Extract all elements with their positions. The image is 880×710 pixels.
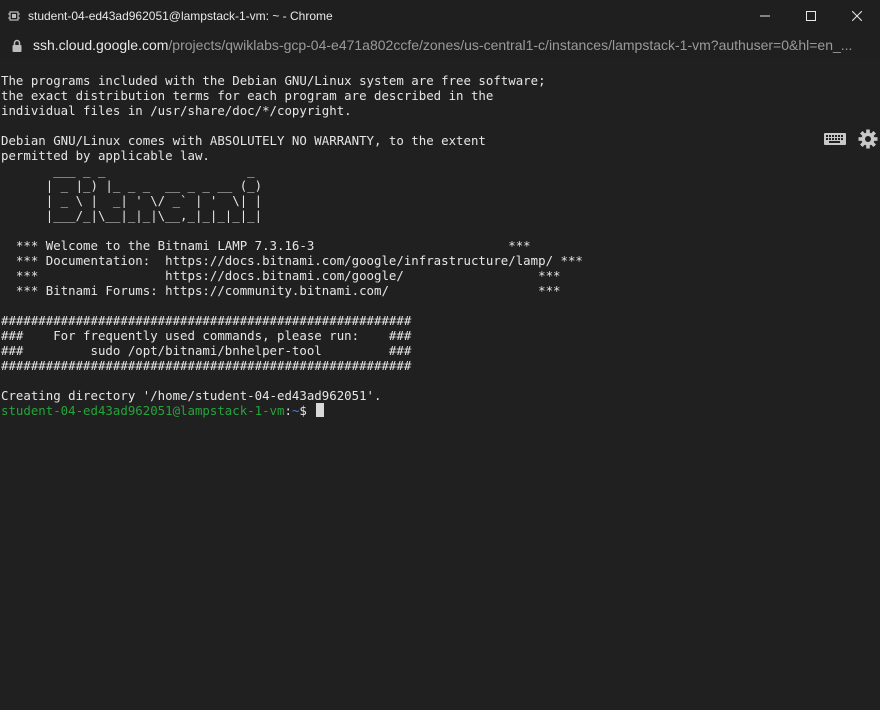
address-bar[interactable]: ssh.cloud.google.com/projects/qwiklabs-g… [0, 32, 880, 58]
keyboard-button[interactable] [822, 130, 848, 148]
window-title: student-04-ed43ad962051@lampstack-1-vm: … [28, 9, 333, 23]
terminal-line: |___/_|\__|_|_|\__,_|_|_|_|_| [1, 208, 263, 223]
terminal-line: permitted by applicable law. [1, 148, 210, 163]
maximize-button[interactable] [788, 0, 834, 32]
gear-icon [858, 129, 878, 149]
settings-button[interactable] [856, 128, 880, 150]
terminal-line: | _ \ | _| ' \/ _` | ' \| | [1, 193, 263, 208]
terminal-line: ### sudo /opt/bitnami/bnhelper-tool ### [1, 343, 412, 358]
terminal-line: ########################################… [1, 358, 412, 373]
window-controls [742, 0, 880, 32]
shell-prompt[interactable]: student-04-ed43ad962051@lampstack-1-vm:~… [1, 403, 583, 418]
terminal-output: The programs included with the Debian GN… [1, 73, 583, 418]
terminal-line: The programs included with the Debian GN… [1, 73, 546, 88]
terminal-line: Debian GNU/Linux comes with ABSOLUTELY N… [1, 133, 486, 148]
minimize-icon [760, 15, 770, 17]
keyboard-icon [824, 133, 846, 145]
terminal-line: ### For frequently used commands, please… [1, 328, 412, 343]
terminal-cursor [316, 403, 325, 417]
terminal-line: the exact distribution terms for each pr… [1, 88, 494, 103]
close-icon [852, 11, 862, 21]
window-title-bar[interactable]: student-04-ed43ad962051@lampstack-1-vm: … [0, 0, 880, 32]
close-button[interactable] [834, 0, 880, 32]
maximize-icon [806, 11, 816, 21]
url-host: ssh.cloud.google.com [33, 37, 169, 53]
terminal-line: *** Documentation: https://docs.bitnami.… [1, 253, 583, 268]
lock-icon[interactable] [12, 38, 24, 52]
terminal-line: | _ |_) |_ _ _ __ _ _ __ (_) [1, 178, 263, 193]
url-path: /projects/qwiklabs-gcp-04-e471a802ccfe/z… [168, 37, 853, 53]
terminal-line: *** https://docs.bitnami.com/google/ *** [1, 268, 561, 283]
terminal-line: *** Bitnami Forums: https://community.bi… [1, 283, 561, 298]
terminal-line: ___ _ _ _ [1, 163, 255, 178]
minimize-button[interactable] [742, 0, 788, 32]
url-text[interactable]: ssh.cloud.google.com/projects/qwiklabs-g… [33, 37, 852, 53]
prompt-user-host: student-04-ed43ad962051@lampstack-1-vm [1, 403, 285, 418]
terminal-line: *** Welcome to the Bitnami LAMP 7.3.16-3… [1, 238, 531, 253]
terminal[interactable]: The programs included with the Debian GN… [0, 58, 880, 710]
terminal-line: Creating directory '/home/student-04-ed4… [1, 388, 382, 403]
terminal-toolbar [822, 128, 880, 150]
terminal-line: individual files in /usr/share/doc/*/cop… [1, 103, 352, 118]
ssh-app-icon [6, 8, 22, 24]
prompt-symbol: $ [299, 403, 315, 418]
terminal-line: ########################################… [1, 313, 412, 328]
prompt-separator: : [284, 403, 292, 418]
